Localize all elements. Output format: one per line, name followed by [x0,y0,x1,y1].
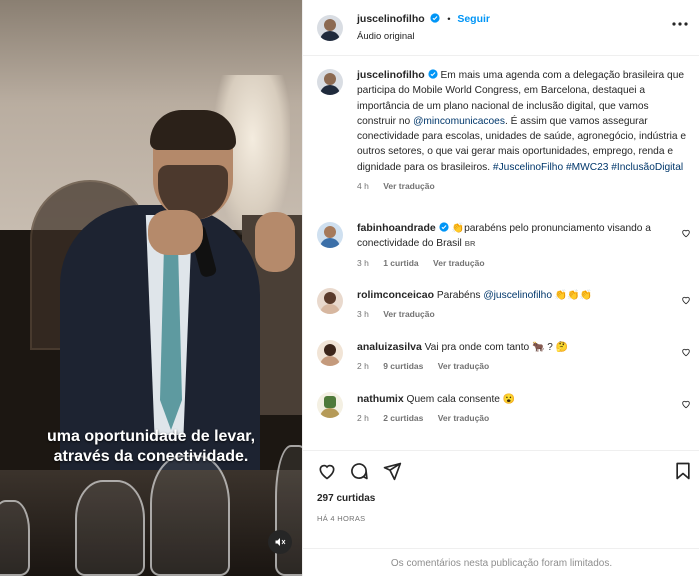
caption-mention-link[interactable]: @mincomunicacoes [413,116,505,127]
comment-item: rolimconceicao Parabéns @juscelinofilho … [357,288,657,323]
comment-mention-link[interactable]: @juscelinofilho [483,290,552,301]
audio-label[interactable]: Áudio original [357,31,415,42]
comment-item: nathumix Quem cala consente 😮 2 h 2 curt… [357,392,657,427]
heart-icon[interactable] [317,461,337,481]
comment-time[interactable]: 2 h [357,413,369,423]
comment-text: Vai pra onde com tanto [424,342,533,353]
comment-icon[interactable] [349,461,369,481]
header-username[interactable]: juscelinofilho [357,13,425,25]
avatar[interactable] [317,15,343,41]
post-panel: juscelinofilho • Seguir Áudio original j… [302,0,699,576]
post-header: juscelinofilho • Seguir Áudio original [303,0,699,56]
comment-username[interactable]: fabinhoandrade [357,222,436,234]
avatar[interactable] [317,340,343,366]
see-translation-link[interactable]: Ver tradução [433,258,485,268]
clap-emoji: 👏👏👏 [552,290,593,301]
mute-icon[interactable] [268,530,292,554]
comment-text: Parabéns [436,290,484,301]
heart-icon[interactable] [681,295,691,305]
comment-time[interactable]: 3 h [357,309,369,319]
comment-time[interactable]: 2 h [357,361,369,371]
comments-limited-notice: Os comentários nesta publicação foram li… [303,548,699,576]
comment-username[interactable]: analuizasilva [357,341,422,353]
video-frame [0,0,302,576]
heart-icon[interactable] [681,347,691,357]
video-subtitle-line-2: através da conectividade. [53,448,249,465]
caption-time[interactable]: 4 h [357,181,369,191]
surprised-emoji: 😮 [502,394,516,405]
follow-button[interactable]: Seguir [457,13,490,25]
post-video[interactable]: uma oportunidade de levar, através da co… [0,0,302,576]
heart-icon[interactable] [681,228,691,238]
bookmark-icon[interactable] [673,461,693,481]
caption-avatar[interactable] [317,69,343,95]
comment-text: Quem cala consente [406,394,503,405]
likes-count[interactable]: 297 curtidas [317,493,375,504]
comment-time[interactable]: 3 h [357,258,369,268]
video-subtitle-line-1: uma oportunidade de levar, [46,428,256,445]
post-timestamp[interactable]: HÁ 4 HORAS [317,514,365,523]
more-icon[interactable] [672,21,688,27]
caption-hashtags[interactable]: #JuscelinoFilho #MWC23 #InclusãoDigital [493,162,683,173]
comment-likes[interactable]: 2 curtidas [383,413,423,423]
comment-username[interactable]: rolimconceicao [357,289,434,301]
bull-emoji: 🐂 ? 🤔 [532,342,569,353]
caption-username[interactable]: juscelinofilho [357,69,425,81]
flag-label: BR [464,239,476,249]
post-caption: juscelinofilho Em mais uma agenda com a … [357,68,687,194]
see-translation-link[interactable]: Ver tradução [438,413,490,423]
heart-icon[interactable] [681,399,691,409]
comment-likes[interactable]: 1 curtida [383,258,418,268]
verified-icon [439,222,449,232]
comment-username[interactable]: nathumix [357,393,404,405]
comment-item: fabinhoandrade 👏parabéns pelo pronunciam… [357,221,657,271]
avatar[interactable] [317,222,343,248]
see-translation-link[interactable]: Ver tradução [383,309,435,319]
share-icon[interactable] [382,461,402,481]
comment-item: analuizasilva Vai pra onde com tanto 🐂 ?… [357,340,657,375]
comment-likes[interactable]: 9 curtidas [383,361,423,371]
avatar[interactable] [317,288,343,314]
dot-separator: • [447,14,451,25]
avatar[interactable] [317,392,343,418]
verified-icon [428,69,438,79]
see-translation-link[interactable]: Ver tradução [383,181,435,191]
see-translation-link[interactable]: Ver tradução [438,361,490,371]
verified-icon [430,13,441,23]
clap-emoji: 👏 [451,223,465,234]
